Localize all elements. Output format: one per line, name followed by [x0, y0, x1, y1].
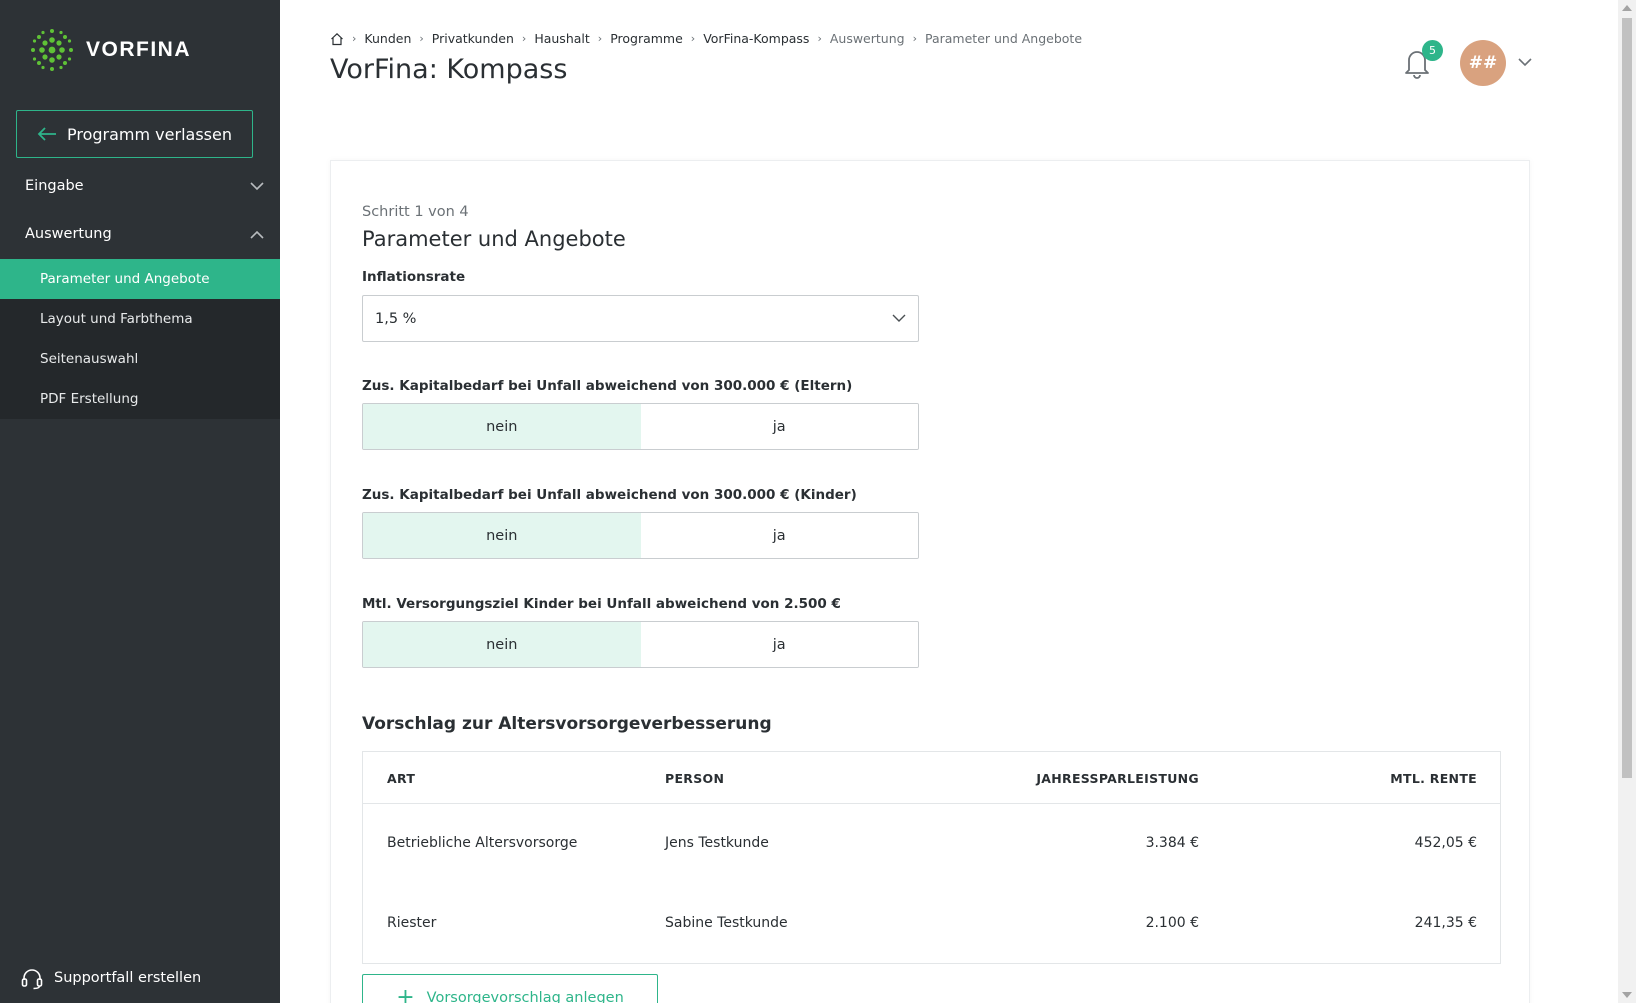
add-proposal-button[interactable]: + Vorsorgevorschlag anlegen	[362, 974, 658, 1003]
breadcrumb-item-privatkunden[interactable]: Privatkunden	[432, 31, 514, 46]
table-cell-jahressparleistung: 3.384 €	[1145, 835, 1199, 851]
breadcrumb-item-current: Parameter und Angebote	[924, 31, 1083, 46]
toggle-option-nein[interactable]: nein	[363, 404, 642, 449]
inflation-label: Inflationsrate	[362, 269, 466, 285]
headset-icon	[21, 969, 43, 990]
chevron-down-icon[interactable]	[1518, 58, 1532, 67]
column-header-jahressparleistung: JAHRESSPARLEISTUNG	[1036, 771, 1199, 786]
breadcrumb: › Kunden › Privatkunden › Haushalt › Pro…	[330, 31, 1082, 46]
vorfina-logo-icon	[31, 29, 73, 71]
breadcrumb-separator: ›	[521, 32, 527, 45]
breadcrumb-item-haushalt[interactable]: Haushalt	[534, 31, 589, 46]
breadcrumb-separator: ›	[352, 32, 357, 45]
breadcrumb-item-kunden[interactable]: Kunden	[364, 31, 411, 46]
toggle-option-ja[interactable]: ja	[640, 513, 918, 558]
toggle-option-ja[interactable]: ja	[640, 404, 918, 449]
inflation-value: 1,5 %	[375, 310, 417, 327]
proposal-table: ART PERSON JAHRESSPARLEISTUNG MTL. RENTE…	[362, 751, 1501, 964]
page-title: VorFina: Kompass	[330, 54, 568, 85]
subnav-item-seitenauswahl[interactable]: Seitenauswahl	[0, 339, 280, 379]
table-cell-mtl-rente: 241,35 €	[1414, 915, 1477, 931]
add-proposal-label: Vorsorgevorschlag anlegen	[426, 990, 624, 1003]
table-cell-art: Riester	[387, 915, 437, 931]
breadcrumb-separator: ›	[690, 32, 696, 45]
brand-logo[interactable]: VORFINA	[28, 26, 191, 74]
table-cell-person: Sabine Testkunde	[665, 915, 788, 931]
table-header: ART PERSON JAHRESSPARLEISTUNG MTL. RENTE	[363, 752, 1500, 804]
leave-program-button[interactable]: Programm verlassen	[16, 110, 253, 158]
nav-section-label: Auswertung	[25, 226, 112, 242]
toggle-label-eltern: Zus. Kapitalbedarf bei Unfall abweichend…	[362, 378, 853, 394]
arrow-left-icon	[37, 127, 56, 141]
toggle-eltern: nein ja	[362, 403, 919, 450]
support-label: Supportfall erstellen	[54, 970, 202, 986]
step-indicator: Schritt 1 von 4	[362, 204, 469, 220]
table-cell-mtl-rente: 452,05 €	[1414, 835, 1477, 851]
chevron-down-icon	[892, 314, 906, 322]
breadcrumb-item-auswertung[interactable]: Auswertung	[830, 31, 905, 46]
table-cell-jahressparleistung: 2.100 €	[1145, 915, 1199, 931]
toggle-label-kinder: Zus. Kapitalbedarf bei Unfall abweichend…	[362, 487, 857, 503]
scrollbar-thumb[interactable]	[1622, 18, 1632, 778]
home-icon[interactable]	[330, 32, 344, 46]
parameter-card: Schritt 1 von 4 Parameter und Angebote I…	[330, 160, 1530, 1003]
toggle-option-ja[interactable]: ja	[640, 622, 918, 667]
support-button[interactable]: Supportfall erstellen	[20, 966, 201, 990]
leave-program-label: Programm verlassen	[67, 124, 232, 144]
sidebar: VORFINA Programm verlassen Eingabe Auswe…	[0, 0, 280, 1003]
column-header-mtl-rente: MTL. RENTE	[1390, 771, 1477, 786]
scroll-up-arrow-icon[interactable]	[1622, 5, 1632, 11]
toggle-option-nein[interactable]: nein	[363, 622, 642, 667]
breadcrumb-separator: ›	[597, 32, 603, 45]
breadcrumb-separator: ›	[817, 32, 822, 45]
nav-section-label: Eingabe	[25, 178, 84, 194]
breadcrumb-separator: ›	[419, 32, 424, 45]
breadcrumb-item-vorfina-kompass[interactable]: VorFina-Kompass	[703, 31, 809, 46]
column-header-person: PERSON	[665, 771, 725, 786]
page-scrollbar[interactable]	[1618, 0, 1636, 1003]
column-header-art: ART	[387, 771, 416, 786]
card-title: Parameter und Angebote	[362, 227, 626, 251]
toggle-option-nein[interactable]: nein	[363, 513, 642, 558]
proposal-title: Vorschlag zur Altersvorsorgeverbesserung	[362, 714, 772, 734]
toggle-kinder: nein ja	[362, 512, 919, 559]
breadcrumb-separator: ›	[912, 32, 917, 45]
toggle-label-versorgungsziel: Mtl. Versorgungsziel Kinder bei Unfall a…	[362, 596, 841, 612]
nav-section-eingabe[interactable]: Eingabe	[0, 162, 280, 210]
brand-name: VORFINA	[86, 38, 191, 61]
avatar[interactable]: ##	[1460, 40, 1506, 86]
chevron-down-icon	[250, 181, 264, 190]
chevron-up-icon	[250, 230, 264, 239]
nav-section-auswertung[interactable]: Auswertung	[0, 210, 280, 258]
subnav-item-layout-und-farbthema[interactable]: Layout und Farbthema	[0, 299, 280, 339]
table-cell-person: Jens Testkunde	[665, 835, 769, 851]
table-cell-art: Betriebliche Altersvorsorge	[387, 835, 578, 851]
inflation-select[interactable]: 1,5 %	[362, 295, 919, 342]
subnav-item-pdf-erstellung[interactable]: PDF Erstellung	[0, 379, 280, 419]
toggle-versorgungsziel: nein ja	[362, 621, 919, 668]
subnav-item-parameter-und-angebote[interactable]: Parameter und Angebote	[0, 259, 280, 299]
scroll-down-arrow-icon[interactable]	[1622, 992, 1632, 998]
plus-icon: +	[396, 985, 415, 1003]
notification-count-badge: 5	[1422, 40, 1443, 61]
breadcrumb-item-programme[interactable]: Programme	[610, 31, 683, 46]
subnav-auswertung: Parameter und Angebote Layout und Farbth…	[0, 259, 280, 419]
